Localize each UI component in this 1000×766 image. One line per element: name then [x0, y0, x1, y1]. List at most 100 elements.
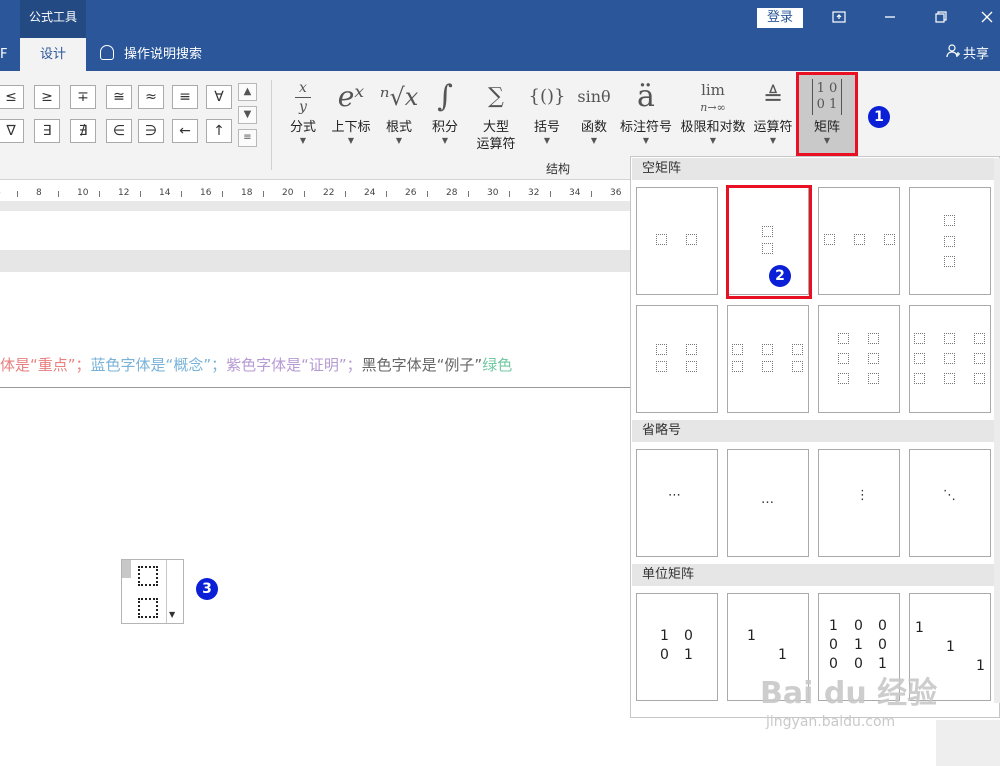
section-identity-matrix: 单位矩阵 — [632, 564, 994, 586]
ruler-tick-mark — [17, 191, 18, 197]
share-button[interactable]: 共享 — [946, 38, 989, 71]
integral-dropdown-icon: ▼ — [441, 136, 449, 145]
share-label: 共享 — [963, 47, 990, 62]
equation-drag-handle[interactable] — [122, 560, 131, 578]
equation-divider — [166, 560, 167, 623]
symbol-nabla[interactable]: ∇ — [0, 119, 24, 143]
matrix-3x1-tile[interactable] — [909, 187, 991, 295]
midline-dots-icon: ⋯ — [668, 488, 681, 503]
highlight-matrix-button — [796, 72, 858, 156]
symbol-contains[interactable]: ∋ — [138, 119, 164, 143]
close-icon[interactable] — [974, 6, 1000, 30]
identity-3x3-cell: 0 — [829, 637, 838, 653]
symbol-congruent[interactable]: ≅ — [106, 85, 132, 109]
login-button[interactable]: 登录 — [757, 8, 803, 28]
ruler-tick-mark — [99, 191, 100, 197]
minimize-icon[interactable] — [877, 6, 903, 30]
matrix-3x2-tile[interactable] — [818, 305, 900, 413]
tab-design[interactable]: 设计 — [20, 38, 86, 71]
symbol-not-exists[interactable]: ∄ — [70, 119, 96, 143]
ruler-tick-mark — [181, 191, 182, 197]
ruler-margin — [0, 201, 630, 211]
script-label: 上下标 — [331, 120, 371, 135]
tell-me-search[interactable]: 操作说明搜索 — [100, 38, 202, 71]
integral-button[interactable]: ∫ 积分 ▼ — [424, 75, 466, 146]
diagonal-dots-tile[interactable]: ⋱ — [909, 449, 991, 557]
symbol-element-of[interactable]: ∈ — [106, 119, 132, 143]
gallery-scrollbar[interactable] — [994, 158, 1000, 703]
matrix-placeholder-bottom[interactable] — [138, 598, 158, 618]
tab-file[interactable]: F — [0, 38, 8, 71]
midline-dots-tile[interactable]: ⋯ — [636, 449, 718, 557]
accent-button[interactable]: ä 标注符号 ▼ — [617, 75, 675, 146]
symbols-scroll-up-icon[interactable]: ▲ — [238, 83, 257, 101]
structures-group-label: 结构 — [546, 162, 571, 176]
watermark-brand: Bai du 经验 — [760, 676, 938, 711]
identity-2x2-sparse-cell: 1 — [747, 628, 756, 644]
matrix-3x3-tile[interactable] — [909, 305, 991, 413]
identity-2x2-cell: 1 — [684, 647, 693, 663]
symbol-greater-equal[interactable]: ≥ — [34, 85, 60, 109]
matrix-1x2-tile[interactable] — [636, 187, 718, 295]
document-text-line[interactable]: 体是“重点”；蓝色字体是“概念”；紫色字体是“证明”；黑色字体是“例子”绿色 — [0, 354, 630, 380]
ruler-tick-label: 6 — [0, 188, 1, 198]
text-black: 黑色字体是“例子” — [361, 356, 483, 374]
ruler-tick-label: 20 — [282, 188, 294, 198]
ruler-tick-mark — [222, 191, 223, 197]
text-purple: 紫色字体是“证明”； — [226, 356, 362, 374]
limit-log-button[interactable]: lim n→∞ 极限和对数 ▼ — [677, 75, 749, 146]
vertical-dots-tile[interactable]: ⋮ — [818, 449, 900, 557]
symbols-scroll-down-icon[interactable]: ▼ — [238, 106, 257, 124]
symbol-identical[interactable]: ≡ — [172, 85, 198, 109]
ruler-tick-label: 26 — [405, 188, 417, 198]
horizontal-ruler: 6 8 10 12 14 16 18 20 22 24 26 28 30 32 34 36 — [0, 187, 630, 201]
baseline-dots-tile[interactable]: … — [727, 449, 809, 557]
step-badge-2: 2 — [769, 265, 791, 287]
watermark-url: jingyan.baidu.com — [766, 714, 896, 730]
limit-icon: lim n→∞ — [677, 75, 749, 119]
operator-label: 运算符 — [753, 120, 793, 135]
symbols-expand-icon[interactable]: ≡ — [238, 129, 257, 147]
vertical-dots-icon: ⋮ — [856, 488, 869, 503]
identity-2x2-tile[interactable]: 1 0 0 1 — [636, 593, 718, 701]
large-operator-button[interactable]: ∑ 大型 运算符 — [470, 75, 522, 153]
ruler-tick-mark — [263, 191, 264, 197]
function-button[interactable]: sinθ 函数 ▼ — [572, 75, 616, 146]
symbol-minus-plus[interactable]: ∓ — [70, 85, 96, 109]
symbol-left-arrow[interactable]: ← — [172, 119, 198, 143]
equation-options-icon[interactable]: ▼ — [169, 610, 175, 619]
matrix-2x3-tile[interactable] — [727, 305, 809, 413]
step-badge-1: 1 — [868, 106, 890, 128]
section-dots: 省略号 — [632, 420, 994, 442]
script-button[interactable]: eˣ 上下标 ▼ — [327, 75, 375, 146]
symbol-for-all[interactable]: ∀ — [206, 85, 232, 109]
operator-button[interactable]: ≜ 运算符 ▼ — [750, 75, 796, 146]
text-blue: 蓝色字体是“概念”； — [90, 356, 227, 374]
fraction-button[interactable]: x y 分式 ▼ — [283, 75, 323, 146]
matrix-2x2-tile[interactable] — [636, 305, 718, 413]
symbol-approx[interactable]: ≈ — [138, 85, 164, 109]
matrix-1x3-tile[interactable] — [818, 187, 900, 295]
ruler-tick-mark — [509, 191, 510, 197]
restore-icon[interactable] — [928, 6, 954, 30]
operator-icon: ≜ — [762, 83, 784, 111]
symbol-less-equal[interactable]: ≤ — [0, 85, 24, 109]
ruler-tick-label: 32 — [528, 188, 540, 198]
bracket-button[interactable]: {()} 括号 ▼ — [526, 75, 568, 146]
identity-3x3-cell: 1 — [829, 618, 838, 634]
ruler-tick-label: 28 — [446, 188, 458, 198]
radical-button[interactable]: ⁿ√x 根式 ▼ — [378, 75, 420, 146]
identity-3x3-sparse-cell: 1 — [915, 620, 924, 636]
symbol-exists[interactable]: ∃ — [34, 119, 60, 143]
operator-dropdown-icon: ▼ — [769, 136, 777, 145]
matrix-placeholder-top[interactable] — [138, 566, 158, 586]
radical-label: 根式 — [385, 120, 412, 135]
equation-object[interactable]: ▼ — [121, 559, 184, 624]
ruler-tick-label: 10 — [77, 188, 89, 198]
identity-2x2-cell: 1 — [660, 628, 669, 644]
symbol-up-arrow[interactable]: ↑ — [206, 119, 232, 143]
radical-icon: ⁿ√x — [379, 83, 419, 111]
ribbon-display-icon[interactable] — [826, 6, 852, 30]
fraction-icon-numerator: x — [299, 80, 307, 96]
large-operator-icon: ∑ — [488, 84, 504, 109]
